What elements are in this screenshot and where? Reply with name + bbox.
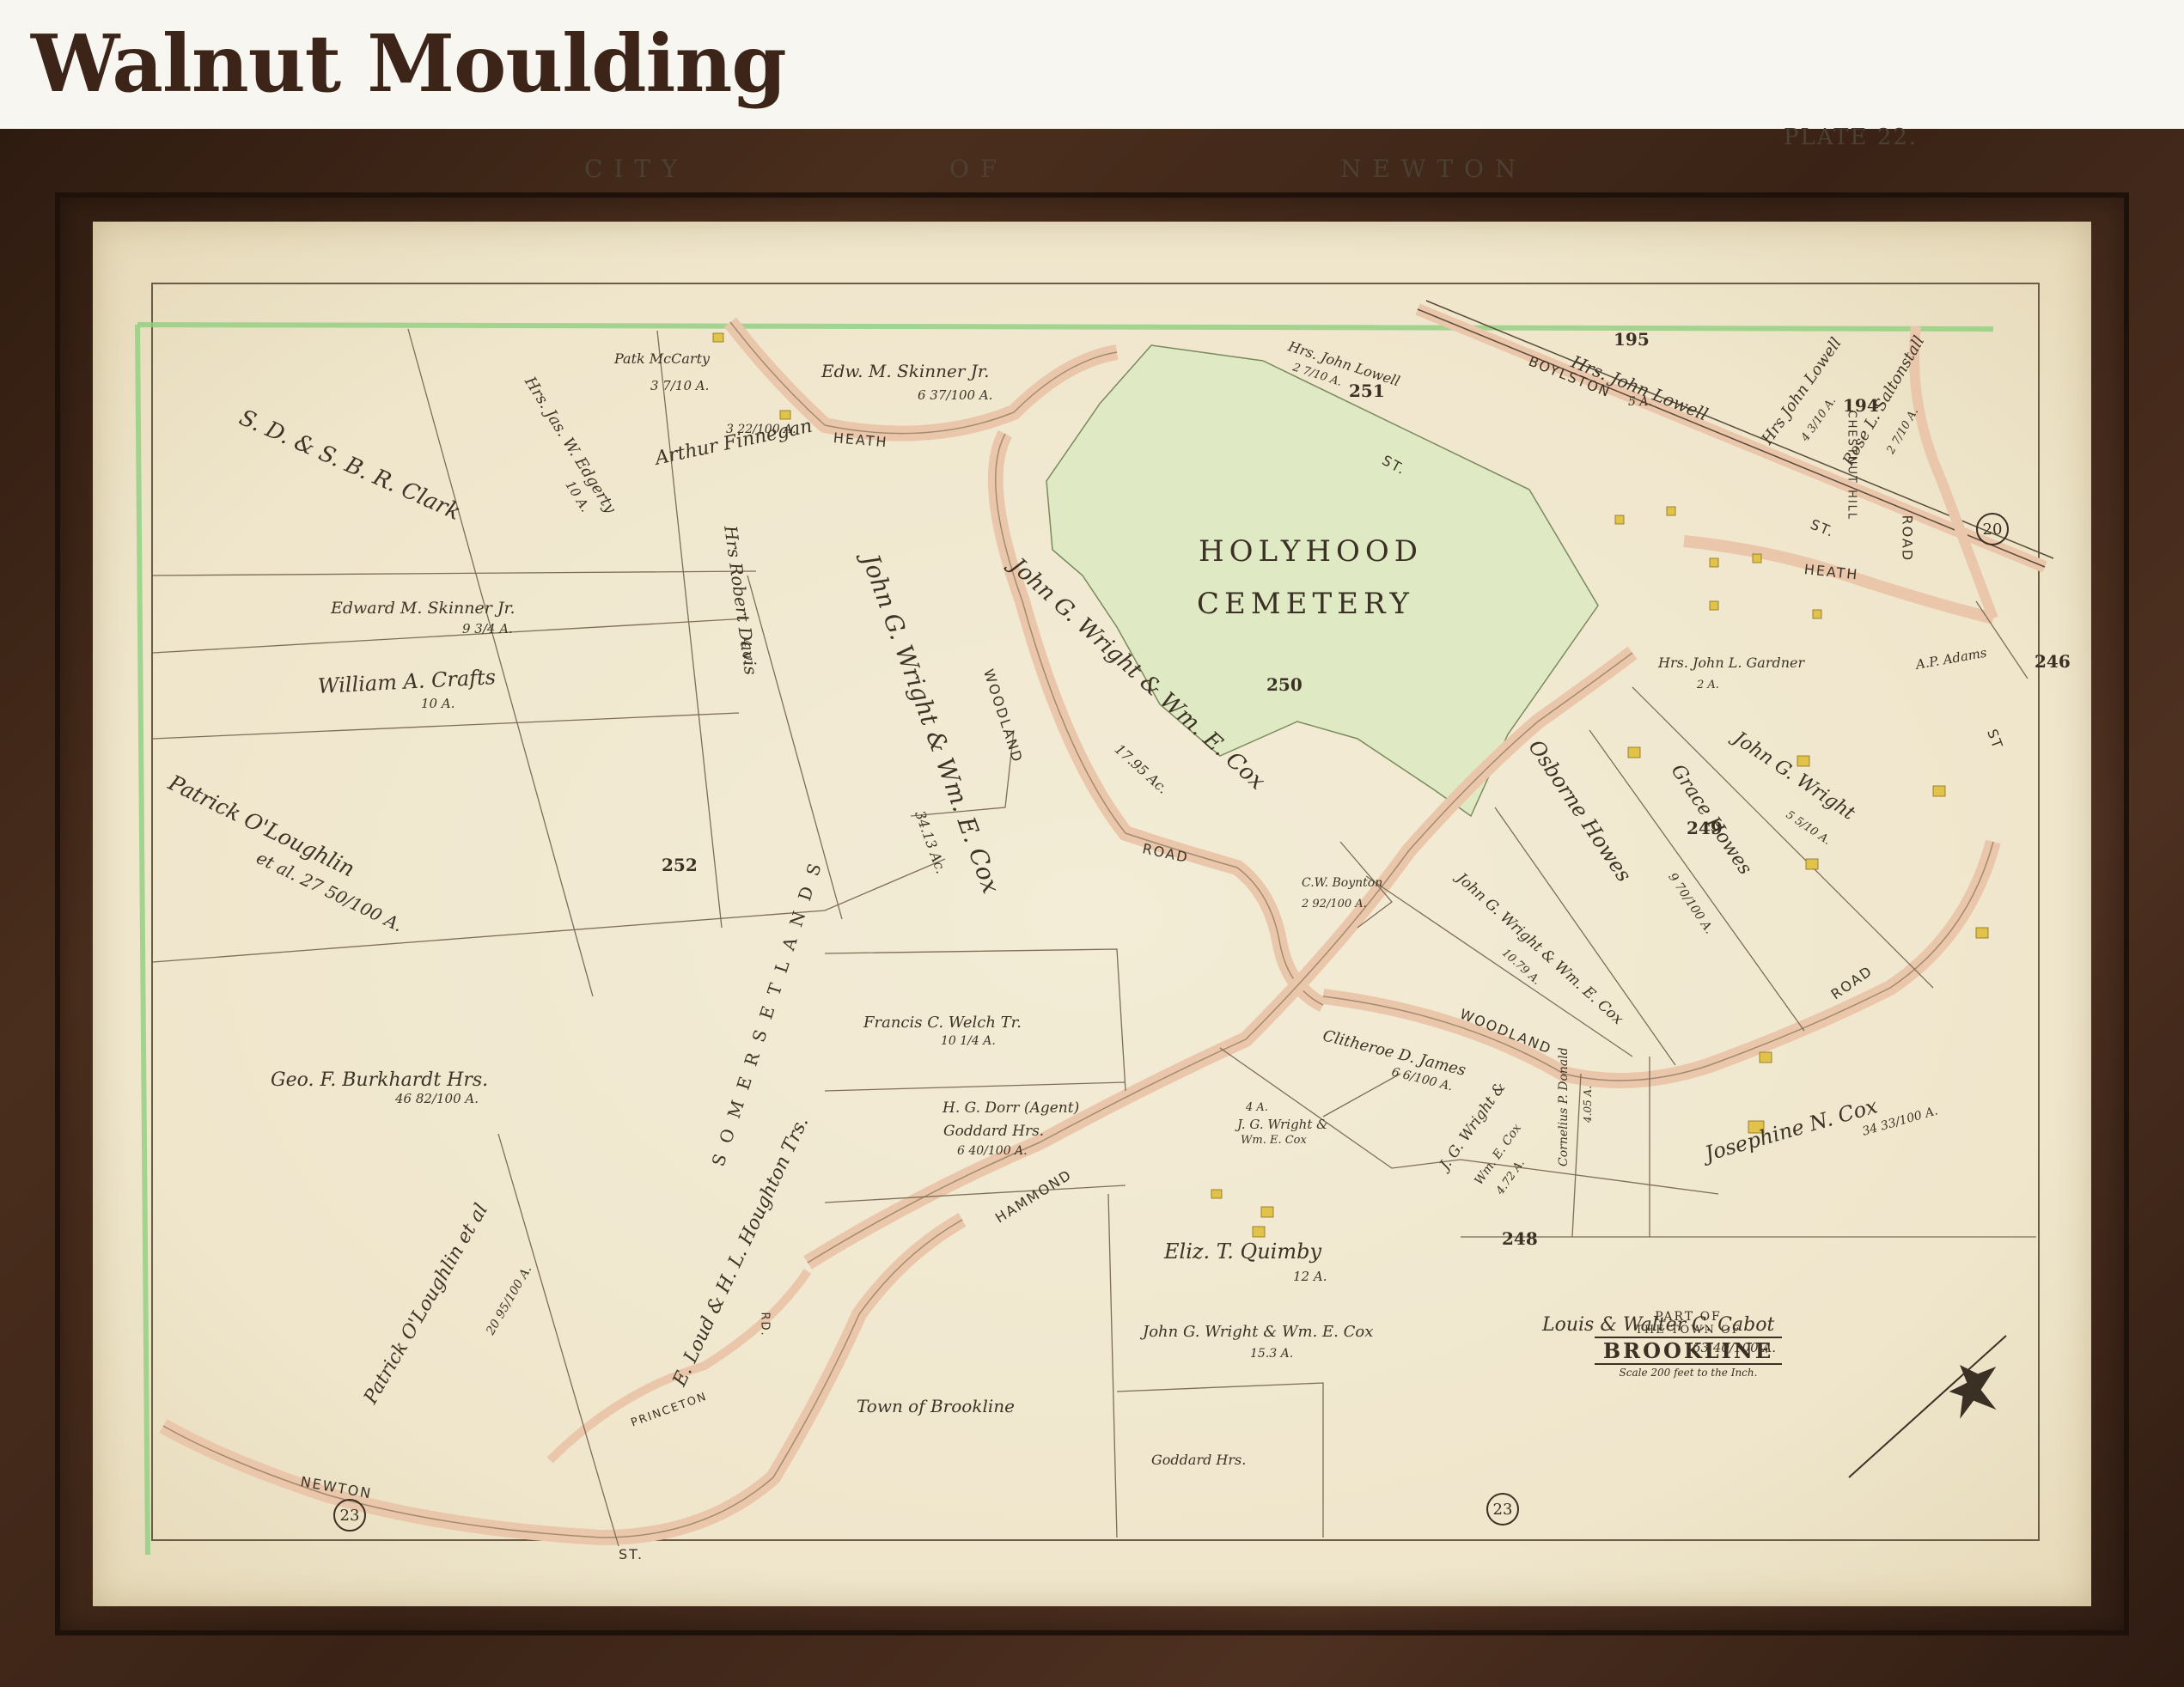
cemetery-label-1: HOLYHOOD <box>1199 534 1424 569</box>
owner-cornelius: Cornelius P. Donald <box>1557 1047 1571 1166</box>
owner-gardner-area: 2 A. <box>1697 679 1719 691</box>
cartouche-title: BROOKLINE <box>1594 1337 1783 1365</box>
owner-welch: Francis C. Welch Tr. <box>863 1014 1022 1032</box>
owner-boynton-area: 2 92/100 A. <box>1302 898 1367 910</box>
city-label-2: O F <box>949 155 999 183</box>
owner-robert-davis-area: 4 a. <box>738 637 757 665</box>
chestnut-hill-road <box>1909 326 1998 621</box>
owner-burkhardt-area: 46 82/100 A. <box>395 1091 479 1106</box>
owner-crafts-area: 10 A. <box>421 696 455 711</box>
owner-boynton: C.W. Boynton <box>1302 876 1383 890</box>
city-label-1: C I T Y <box>584 155 680 183</box>
circled-20: 20 <box>1976 513 2009 545</box>
city-label-3: N E W T O N <box>1340 155 1518 183</box>
owner-goddard2: Goddard Hrs. <box>1151 1452 1247 1468</box>
owner-jgw-4: J. G. Wright & <box>1237 1117 1328 1132</box>
owner-finnegan-area: 3 22/100 A. <box>726 423 796 436</box>
section-195: 195 <box>1614 329 1650 350</box>
cartouche-line1: PART OF <box>1655 1310 1722 1324</box>
owner-edward-skinner-area: 9 3/4 A. <box>462 621 513 636</box>
road-st-4: ST. <box>619 1546 644 1562</box>
owner-lowell2-area: 5 A. <box>1628 395 1652 409</box>
map-cartouche: PART OF THE TOWN OF BROOKLINE Scale 200 … <box>1577 1310 1800 1379</box>
plate-label: PLATE 22. <box>1784 125 1919 150</box>
owner-goddard: Goddard Hrs. <box>943 1123 1045 1140</box>
owner-jgw-6: John G. Wright & Wm. E. Cox <box>1143 1323 1374 1341</box>
owner-jgw-6-area: 15.3 A. <box>1250 1347 1294 1361</box>
owner-skinner-jr-area: 6 37/100 A. <box>918 387 993 403</box>
owner-town: Town of Brookline <box>857 1396 1015 1416</box>
owner-jgw-4b: Wm. E. Cox <box>1241 1134 1307 1147</box>
compass-rose <box>1848 1335 2007 1478</box>
owner-goddard-area: 6 40/100 A. <box>957 1144 1028 1158</box>
owner-gardner: Hrs. John L. Gardner <box>1658 655 1805 671</box>
owner-dorr: H. G. Dorr (Agent) <box>943 1099 1080 1117</box>
cartouche-scale: Scale 200 feet to the Inch. <box>1619 1367 1758 1379</box>
owner-mccarty-area: 3 7/10 A. <box>650 378 710 393</box>
owner-quimby: Eliz. T. Quimby <box>1164 1239 1321 1264</box>
section-252: 252 <box>662 855 698 875</box>
section-250: 250 <box>1266 674 1302 695</box>
owner-burkhardt: Geo. F. Burkhardt Hrs. <box>271 1069 489 1091</box>
section-246: 246 <box>2035 651 2071 672</box>
owner-quimby-area: 12 A. <box>1293 1269 1327 1284</box>
owner-edward-skinner: Edward M. Skinner Jr. <box>331 599 515 618</box>
cartouche-line2: THE TOWN OF <box>1635 1324 1742 1337</box>
circled-23-left: 23 <box>333 1499 366 1532</box>
newton-st <box>159 1213 967 1546</box>
road-road-1: ROAD <box>1899 515 1916 563</box>
owner-jgw-4a: 4 A. <box>1246 1101 1268 1114</box>
cemetery-label-2: CEMETERY <box>1197 587 1414 621</box>
owner-mccarty: Patk McCarty <box>614 350 711 367</box>
woodland-road-right <box>1321 839 2001 1088</box>
road-rd: RD. <box>758 1312 772 1337</box>
section-248: 248 <box>1502 1228 1538 1249</box>
circled-23-right: 23 <box>1486 1493 1519 1526</box>
owner-cornelius-area: 4.05 A. <box>1582 1085 1594 1123</box>
owner-skinner-jr: Edw. M. Skinner Jr. <box>821 361 990 381</box>
owner-welch-area: 10 1/4 A. <box>941 1034 996 1048</box>
